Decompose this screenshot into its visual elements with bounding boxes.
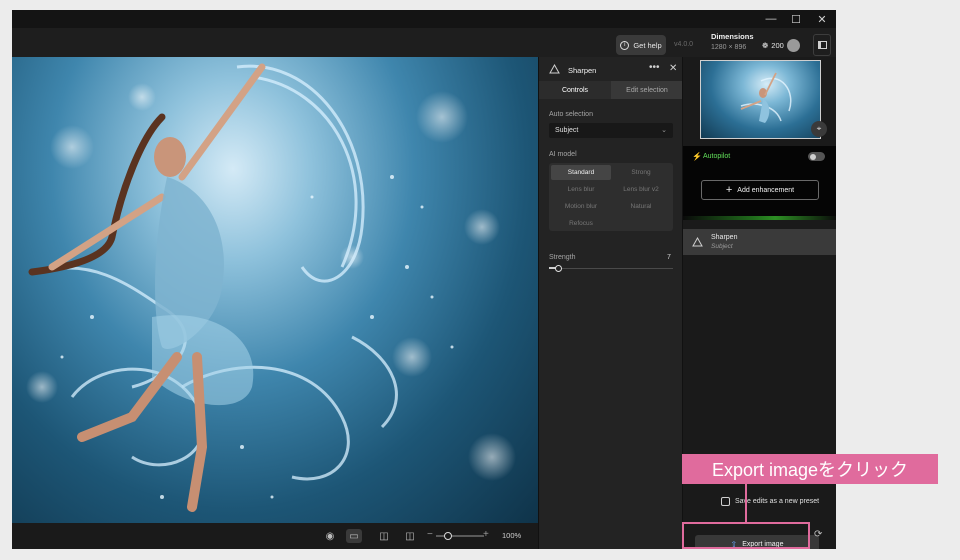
toggle-knob (810, 153, 816, 160)
info-icon: i (620, 40, 630, 50)
model-lens-blur-v2[interactable]: Lens blur v2 (611, 182, 671, 197)
plus-icon: + (725, 183, 733, 196)
title-bar: — ☐ ✕ (12, 10, 836, 28)
image-canvas[interactable] (12, 57, 538, 523)
share-icon[interactable]: ⟳ (814, 529, 822, 540)
zoom-out-icon[interactable]: − (427, 529, 433, 540)
strength-label: Strength (549, 254, 576, 261)
ai-model-grid: Standard Strong Lens blur Lens blur v2 M… (549, 163, 673, 231)
eye-icon[interactable]: ◉ (322, 529, 338, 543)
tool-panel: Sharpen ••• ✕ Controls Edit selection Au… (538, 57, 683, 549)
auto-selection-dropdown[interactable]: Subject ⌄ (549, 123, 673, 138)
close-icon[interactable]: ✕ (809, 10, 835, 28)
get-help-button[interactable]: i Get help (616, 35, 666, 55)
maximize-icon[interactable]: ☐ (783, 10, 809, 28)
crop-icon[interactable]: ⌖ (811, 121, 827, 137)
auto-selection-label: Auto selection (549, 111, 593, 118)
credits-count: 200 (771, 40, 784, 50)
model-motion-blur[interactable]: Motion blur (551, 199, 611, 214)
dimensions-value: 1280 × 896 (711, 44, 747, 51)
model-standard[interactable]: Standard (551, 165, 611, 180)
panel-toggle-button[interactable] (813, 34, 831, 56)
preview-thumbnail[interactable] (700, 60, 821, 139)
bolt-icon: ⚡ (692, 152, 702, 161)
model-strong[interactable]: Strong (611, 165, 671, 180)
model-lens-blur[interactable]: Lens blur (551, 182, 611, 197)
chevron-down-icon: ⌄ (661, 127, 667, 134)
single-view-icon[interactable]: ▭ (346, 529, 362, 543)
strength-slider[interactable] (549, 265, 673, 272)
tool-title: Sharpen (568, 66, 597, 75)
tool-tabs: Controls Edit selection (539, 81, 683, 99)
bokeh-lights (26, 83, 516, 481)
zoom-slider-knob[interactable] (444, 532, 452, 540)
strength-value: 7 (667, 254, 671, 261)
photo-dancer (26, 63, 516, 512)
autopilot-glow (683, 216, 836, 220)
avatar[interactable] (786, 38, 800, 52)
side-by-side-icon[interactable]: ◫ (376, 529, 392, 543)
more-options-icon[interactable]: ••• (649, 62, 660, 73)
add-enhancement-button[interactable]: + Add enhancement (701, 180, 819, 200)
save-preset-button[interactable]: Save edits as a new preset (721, 497, 819, 506)
auto-selection-value: Subject (555, 127, 579, 134)
export-highlight-box (682, 522, 810, 549)
zoom-value[interactable]: 100% (502, 531, 521, 540)
split-view-icon[interactable]: ◫ (402, 529, 418, 543)
add-enhancement-label: Add enhancement (737, 186, 795, 194)
sharpen-icon (692, 237, 703, 247)
save-preset-icon (721, 497, 730, 506)
model-natural[interactable]: Natural (611, 199, 671, 214)
canvas-bottom-bar: ◉ ▭ ◫ ◫ − + 100% (12, 523, 538, 549)
model-refocus[interactable]: Refocus (551, 216, 611, 231)
minimize-icon[interactable]: — (758, 10, 784, 28)
tab-edit-selection[interactable]: Edit selection (611, 81, 683, 99)
sharpen-icon (549, 64, 560, 74)
tool-panel-header: Sharpen ••• ✕ (539, 57, 683, 79)
zoom-slider[interactable] (436, 532, 484, 540)
tab-controls[interactable]: Controls (539, 81, 611, 99)
zoom-in-icon[interactable]: + (483, 529, 489, 540)
credits-badge[interactable]: ❁ 200 (762, 37, 800, 53)
enhancement-name: Sharpen (711, 234, 738, 241)
strength-slider-knob[interactable] (554, 265, 562, 272)
close-tool-icon[interactable]: ✕ (669, 63, 677, 74)
sidebar-icon (817, 41, 827, 49)
thumbnail-image (740, 72, 792, 123)
dimensions-label: Dimensions (711, 32, 754, 41)
credits-icon: ❁ (762, 40, 769, 50)
annotation-callout: Export imageをクリック (682, 454, 938, 484)
autopilot-label: Autopilot (703, 153, 731, 160)
enhancement-item-sharpen[interactable]: Sharpen Subject (683, 229, 836, 255)
enhancement-subject: Subject (711, 243, 733, 250)
autopilot-toggle[interactable] (808, 152, 825, 161)
autopilot-section: ⚡ Autopilot + Add enhancement (683, 146, 836, 216)
save-preset-label: Save edits as a new preset (735, 498, 820, 505)
callout-connector (745, 484, 747, 524)
ai-model-label: AI model (549, 151, 577, 158)
version-label: v4.0.0 (674, 41, 694, 48)
get-help-label: Get help (633, 40, 662, 50)
